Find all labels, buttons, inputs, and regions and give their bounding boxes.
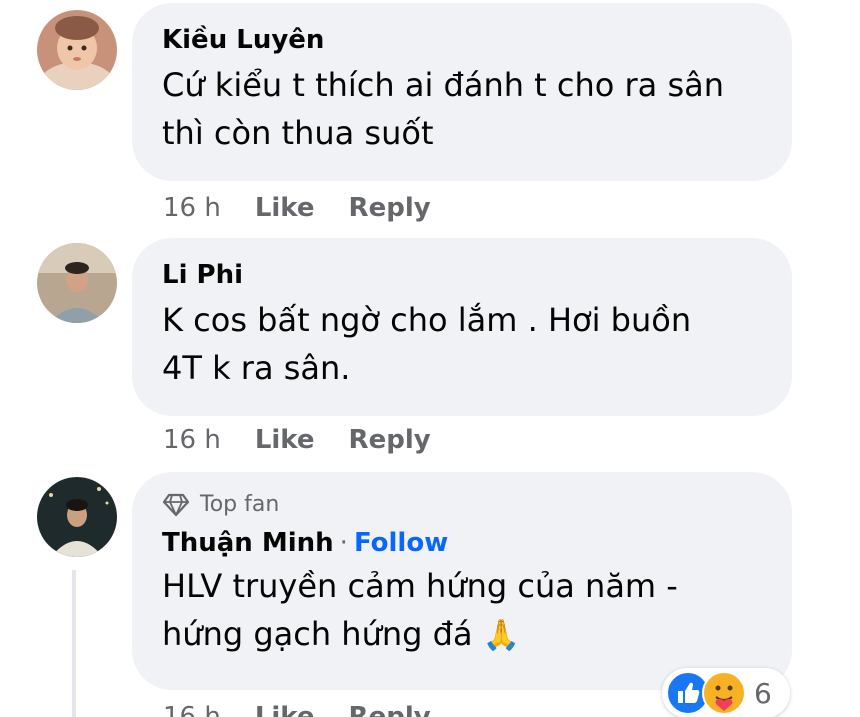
comment-text-line: thì còn thua suốt: [162, 114, 434, 152]
comment-text: HLV truyền cảm hứng của năm - hứng gạch …: [162, 562, 762, 660]
reply-button[interactable]: Reply: [349, 193, 431, 223]
comment-text-line: 4T k ra sân.: [162, 349, 351, 387]
avatar-baby-image: [37, 10, 117, 90]
comment-text: Cứ kiểu t thích ai đánh t cho ra sân thì…: [162, 61, 762, 157]
comment-author[interactable]: Kiều Luyên: [162, 23, 762, 57]
follow-button[interactable]: Follow: [354, 528, 448, 558]
reply-thread-line: [72, 570, 76, 717]
care-icon: [702, 671, 746, 715]
avatar[interactable]: [37, 243, 117, 323]
like-button[interactable]: Like: [255, 425, 315, 455]
comment-text-line: K cos bất ngờ cho lắm . Hơi buồn: [162, 301, 692, 339]
diamond-icon: [162, 493, 190, 517]
comment-time[interactable]: 16 h: [163, 702, 221, 717]
comment-author-row: Thuận Minh · Follow: [162, 526, 762, 560]
separator-dot: ·: [339, 528, 348, 558]
like-button[interactable]: Like: [255, 193, 315, 223]
reaction-count: 6: [754, 676, 772, 710]
comment-author[interactable]: Li Phi: [162, 258, 762, 292]
comment-actions: 16 h Like Reply: [163, 191, 431, 225]
comment-text-line: hứng gạch hứng đá 🙏: [162, 610, 762, 660]
comment-bubble: Li Phi K cos bất ngờ cho lắm . Hơi buồn …: [132, 238, 792, 416]
avatar[interactable]: [37, 10, 117, 90]
comment-actions: 16 h Like Reply: [163, 700, 431, 717]
comment-author[interactable]: Thuận Minh: [162, 528, 334, 558]
comment-time[interactable]: 16 h: [163, 193, 221, 223]
reply-button[interactable]: Reply: [349, 425, 431, 455]
comment-text: K cos bất ngờ cho lắm . Hơi buồn 4T k ra…: [162, 296, 762, 392]
comment-time[interactable]: 16 h: [163, 425, 221, 455]
comment-actions: 16 h Like Reply: [163, 423, 431, 457]
reaction-summary[interactable]: 6: [662, 668, 790, 717]
comment-text-line: Cứ kiểu t thích ai đánh t cho ra sân: [162, 66, 725, 104]
avatar-man-image: [37, 243, 117, 323]
comment-text-line: HLV truyền cảm hứng của năm -: [162, 567, 678, 605]
avatar[interactable]: [37, 477, 117, 557]
comment-bubble: Top fan Thuận Minh · Follow HLV truyền cảm…: [132, 472, 792, 690]
reply-button[interactable]: Reply: [349, 702, 431, 717]
like-button[interactable]: Like: [255, 702, 315, 717]
comment-bubble: Kiều Luyên Cứ kiểu t thích ai đánh t cho…: [132, 3, 792, 181]
top-fan-badge[interactable]: Top fan: [162, 490, 762, 520]
avatar-man-night-image: [37, 477, 117, 557]
comment-text-span: hứng gạch hứng đá: [162, 615, 473, 653]
badge-label: Top fan: [200, 492, 280, 517]
praying-hands-emoji: 🙏: [482, 618, 521, 653]
